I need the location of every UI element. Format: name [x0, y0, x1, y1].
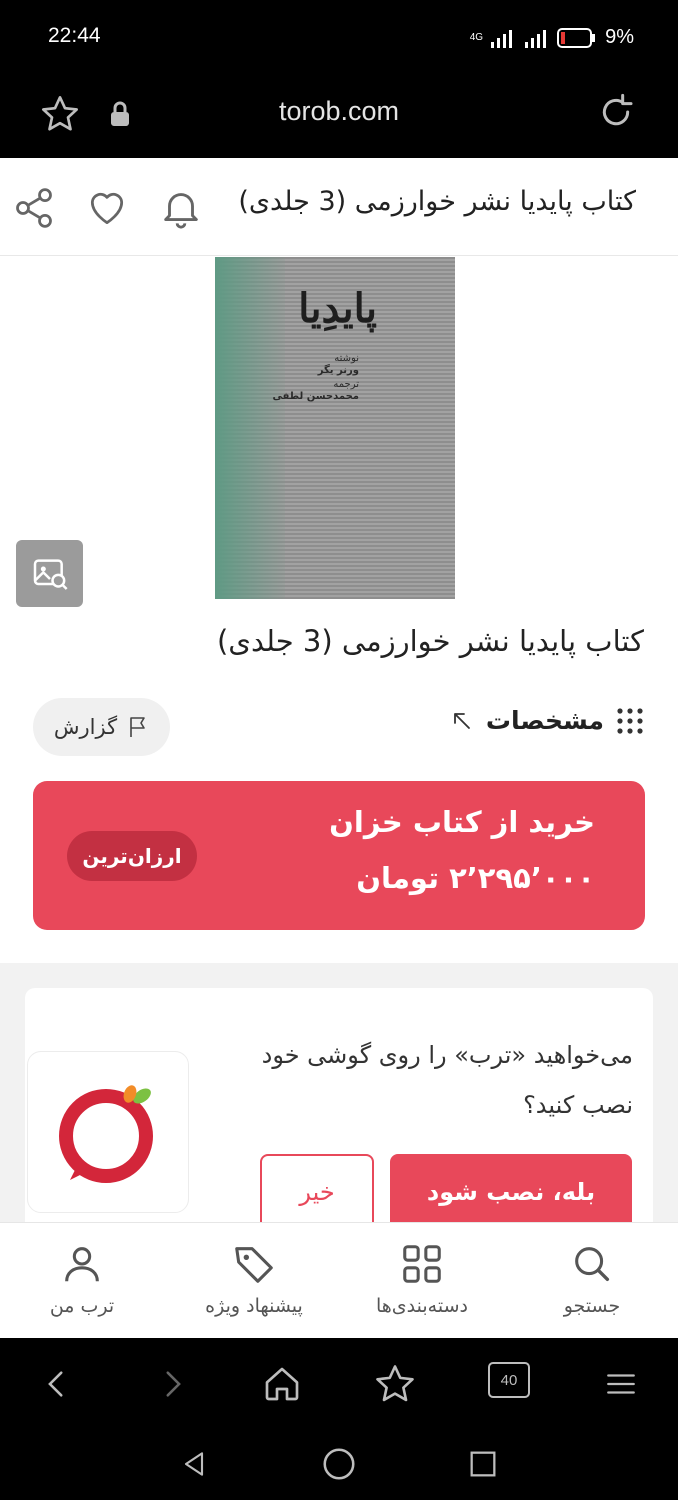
search-icon [575, 1247, 610, 1282]
install-prompt-card: می‌خواهید «ترب» را روی گوشی خود نصب کنید… [25, 988, 653, 1230]
bottom-navigation: جستجو دسته‌بندی‌ها پیشنهاد ویژه ترب من [0, 1222, 678, 1338]
tabs-counter-button[interactable]: 40 [488, 1362, 530, 1398]
torob-logo-icon [59, 1085, 153, 1183]
status-time: 22:44 [48, 24, 101, 47]
image-search-button[interactable] [16, 540, 83, 607]
product-title: کتاب پایدیا نشر خوارزمی (3 جلدی) [216, 624, 644, 658]
system-home-icon[interactable] [320, 1444, 358, 1484]
nav-offers[interactable]: پیشنهاد ویژه [184, 1241, 324, 1317]
system-navigation-bar [0, 1428, 678, 1500]
arrow-up-left-icon [454, 712, 470, 729]
cover-line-4: محمدحسن لطفی [272, 391, 359, 402]
specs-link[interactable]: مشخصات [450, 706, 644, 735]
signal-icon [491, 29, 513, 48]
product-image[interactable]: پایدِیا نوشته ورنر یگر ترجمه محمدحسن لطف… [215, 257, 455, 599]
signal-icon-2 [525, 29, 547, 48]
share-icon[interactable] [12, 186, 56, 230]
install-no-button[interactable]: خیر [260, 1154, 374, 1230]
cover-line-2: ورنر یگر [317, 365, 359, 376]
cover-line-3: ترجمه [333, 379, 359, 390]
home-icon[interactable] [262, 1362, 302, 1406]
buy-store-label: خرید از کتاب خزان [329, 805, 595, 839]
report-label: گزارش [53, 715, 118, 739]
network-type: 4G [469, 32, 484, 43]
cover-title: پایدِیا [298, 285, 377, 332]
reload-icon[interactable] [596, 92, 636, 132]
browser-toolbar: 40 [0, 1338, 678, 1428]
image-search-icon [33, 558, 68, 590]
user-icon [65, 1247, 99, 1282]
install-yes-button[interactable]: بله، نصب شود [390, 1154, 632, 1230]
book-spine [215, 257, 285, 599]
battery-icon [557, 27, 596, 48]
tabs-count: 40 [500, 1371, 518, 1389]
menu-icon[interactable] [604, 1362, 638, 1406]
report-button[interactable]: گزارش [33, 698, 170, 756]
header-title: کتاب پایدیا نشر خوارزمی (3 جلدی) [238, 186, 636, 217]
nav-categories-label: دسته‌بندی‌ها [376, 1295, 468, 1317]
nav-my-torob-label: ترب من [49, 1295, 115, 1317]
cheapest-badge: ارزان‌ترین [67, 831, 197, 881]
categories-grid-icon [403, 1245, 441, 1283]
price-tag-icon [235, 1247, 273, 1283]
favorite-heart-icon[interactable] [84, 186, 130, 230]
buy-price: ۲٬۲۹۵٬۰۰۰ تومان [356, 861, 595, 895]
back-icon[interactable] [40, 1362, 74, 1406]
notification-bell-icon[interactable] [158, 184, 204, 232]
battery-percent: 9% [605, 26, 634, 48]
page-header: کتاب پایدیا نشر خوارزمی (3 جلدی) [0, 158, 678, 256]
nav-my-torob[interactable]: ترب من [12, 1241, 152, 1317]
nav-offers-label: پیشنهاد ویژه [205, 1295, 303, 1317]
browser-address-bar: torob.com [0, 78, 678, 158]
buy-card[interactable]: خرید از کتاب خزان ۲٬۲۹۵٬۰۰۰ تومان ارزان‌… [33, 781, 645, 930]
cover-line-1: نوشته [334, 353, 359, 364]
bookmarks-icon[interactable] [374, 1362, 416, 1406]
grid-dots-icon [617, 707, 643, 734]
specs-label: مشخصات [485, 706, 604, 735]
url-text[interactable]: torob.com [0, 96, 678, 127]
nav-search-label: جستجو [563, 1295, 621, 1317]
torob-logo [27, 1051, 189, 1213]
forward-icon[interactable] [155, 1362, 189, 1406]
nav-search[interactable]: جستجو [522, 1241, 662, 1317]
nav-categories[interactable]: دسته‌بندی‌ها [352, 1241, 492, 1317]
system-recents-icon[interactable] [466, 1444, 500, 1484]
status-bar: 22:44 4G 9% [0, 0, 678, 78]
install-message: می‌خواهید «ترب» را روی گوشی خود نصب کنید… [261, 1041, 633, 1119]
system-back-icon[interactable] [178, 1444, 210, 1484]
flag-icon [130, 717, 145, 737]
status-icons: 4G 9% [470, 26, 634, 49]
